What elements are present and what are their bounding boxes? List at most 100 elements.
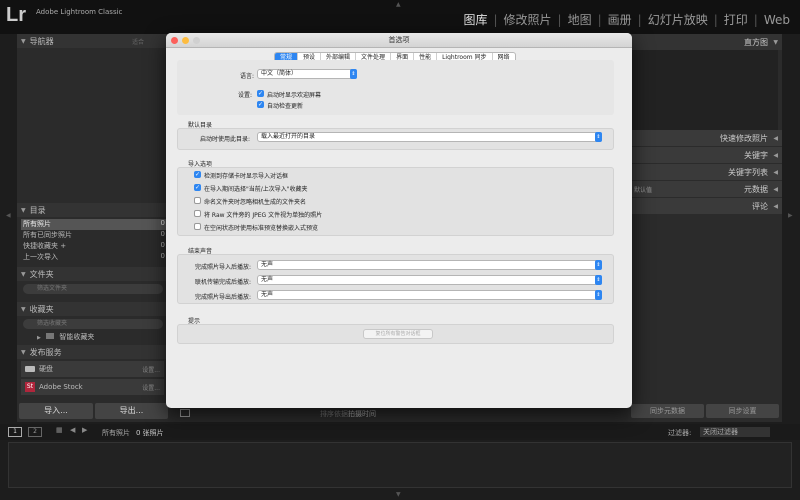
expand-triangle-icon: ◀ [773, 168, 778, 176]
sync-metadata-button[interactable]: 同步元数据 [631, 404, 704, 418]
welcome-screen-label: 启动时显示欢迎屏幕 [267, 92, 322, 99]
collections-header[interactable]: ▼ 收藏夹 [17, 302, 168, 316]
show-import-dialog-label: 检测到存储卡时显示导入对话框 [204, 173, 289, 180]
tether-sound-select[interactable]: 无声 ⇕ [257, 275, 602, 285]
chevron-updown-icon: ⇕ [350, 69, 357, 79]
left-panel: ▼ 导航器 适合 ▼ 目录 所有照片 0 所有已同步照片 0 快捷收藏夹 +0 上一… [17, 34, 168, 422]
chevron-updown-icon: ⇕ [595, 290, 602, 300]
minimize-window-icon[interactable] [182, 37, 189, 44]
collapse-triangle-icon: ▼ [21, 348, 26, 356]
grid-toolbar: 排序依据: 拍摄时间 [168, 406, 628, 422]
export-sound-select[interactable]: 无声 ⇕ [257, 290, 602, 300]
filmstrip-bar: 1 2 ▦ ◀ ▶ 所有照片 0 张照片 过滤器: 关闭过滤器 [0, 424, 800, 440]
filter-select[interactable]: 关闭过滤器 [700, 427, 770, 437]
collapse-triangle-icon: ▼ [21, 206, 26, 214]
auto-update-label: 自动检查更新 [267, 103, 304, 110]
source-label[interactable]: 所有照片 [102, 428, 130, 438]
forward-icon[interactable]: ▶ [82, 426, 87, 434]
hard-drive-setup-link[interactable]: 设置... [142, 365, 160, 374]
sync-settings-button[interactable]: 同步设置 [706, 404, 779, 418]
auto-update-checkbox[interactable]: ✓ [257, 101, 264, 108]
filter-label: 过滤器: [668, 429, 692, 437]
collapse-triangle-icon: ▼ [21, 270, 26, 278]
back-icon[interactable]: ◀ [70, 426, 75, 434]
histogram-header[interactable]: 直方图 ▼ [628, 34, 782, 50]
jpeg-separate-label: 将 Raw 文件旁的 JPEG 文件视为单独的照片 [204, 212, 323, 219]
top-panel-toggle-icon[interactable]: ▲ [396, 1, 401, 8]
folders-title: 文件夹 [29, 269, 54, 279]
collapse-triangle-icon: ▼ [21, 37, 26, 45]
keyword-list-header[interactable]: 关键字列表 ◀ [628, 164, 782, 180]
navigator-fit[interactable]: 适合 [132, 37, 144, 46]
metadata-preset[interactable]: 默认值 [634, 185, 652, 194]
grid-icon[interactable]: ▦ [56, 426, 63, 434]
preferences-dialog: 首选项 常规 预设 外部编辑 文件处理 界面 性能 Lightroom 同步 网… [166, 33, 632, 408]
collapse-triangle-icon: ▼ [773, 38, 778, 46]
replace-embedded-preview-checkbox[interactable] [194, 223, 201, 230]
collections-filter-input[interactable]: 筛选收藏夹 [23, 319, 163, 329]
module-develop[interactable]: 修改照片 [502, 11, 554, 28]
monitor-1-button[interactable]: 1 [8, 427, 22, 437]
grid-view-icon[interactable] [180, 409, 190, 417]
chevron-updown-icon: ⇕ [595, 260, 602, 270]
sort-value[interactable]: 拍摄时间 [348, 409, 376, 419]
ignore-camera-folders-checkbox[interactable] [194, 197, 201, 204]
module-print[interactable]: 打印 [722, 11, 750, 28]
module-book[interactable]: 画册 [606, 11, 634, 28]
close-window-icon[interactable] [171, 37, 178, 44]
lightroom-logo: Lr [6, 4, 26, 26]
filmstrip [8, 442, 792, 488]
collapse-triangle-icon: ▼ [21, 305, 26, 313]
chevron-updown-icon: ⇕ [595, 275, 602, 285]
expand-triangle-icon: ◀ [773, 151, 778, 159]
catalog-item-all-photos[interactable]: 所有照片 0 [21, 219, 168, 230]
jpeg-separate-checkbox[interactable] [194, 210, 201, 217]
replace-embedded-preview-label: 在空闲状态时使用标准预览替换嵌入式预览 [204, 225, 319, 232]
language-select[interactable]: 中文（简体） ⇕ [257, 69, 357, 79]
import-button[interactable]: 导入... [19, 403, 93, 419]
module-library[interactable]: 图库 [461, 11, 489, 28]
general-settings-group [177, 60, 614, 115]
catalog-item-synced[interactable]: 所有已同步照片 0 [21, 230, 168, 241]
show-import-dialog-checkbox[interactable]: ✓ [194, 171, 201, 178]
select-current-import-checkbox[interactable]: ✓ [194, 184, 201, 191]
welcome-screen-checkbox[interactable]: ✓ [257, 90, 264, 97]
navigator-title: 导航器 [29, 36, 54, 46]
dialog-title: 首选项 [388, 36, 410, 44]
catalog-header[interactable]: ▼ 目录 [17, 203, 168, 217]
module-web[interactable]: Web [762, 13, 792, 27]
folders-filter-input[interactable]: 筛选文件夹 [23, 284, 163, 294]
navigator-header[interactable]: ▼ 导航器 适合 [17, 34, 168, 48]
smart-collections-item[interactable]: ▶ 智能收藏夹 [37, 332, 94, 342]
comments-header[interactable]: 评论 ◀ [628, 198, 782, 214]
reset-warnings-button[interactable]: 复位所有警告对话框 [363, 329, 433, 339]
app-title: Adobe Lightroom Classic [36, 8, 123, 16]
folders-header[interactable]: ▼ 文件夹 [17, 267, 168, 281]
quick-develop-header[interactable]: 快速修改照片 ◀ [628, 130, 782, 146]
dialog-titlebar: 首选项 [166, 33, 632, 48]
zoom-window-icon[interactable] [193, 37, 200, 44]
module-map[interactable]: 地图 [566, 11, 594, 28]
select-current-import-label: 在导入期间选择"当前/上次导入"收藏夹 [204, 186, 308, 193]
publish-services-header[interactable]: ▼ 发布服务 [17, 345, 168, 359]
right-panel-toggle-icon[interactable]: ▶ [788, 212, 793, 219]
publish-hard-drive[interactable]: 硬盘 设置... [21, 361, 164, 377]
expand-triangle-icon: ◀ [773, 202, 778, 210]
import-sound-select[interactable]: 无声 ⇕ [257, 260, 602, 270]
catalog-startup-select[interactable]: 载入最近打开的目录 ⇕ [257, 132, 602, 142]
ignore-camera-folders-label: 命名文件夹时忽略相机生成的文件夹名 [204, 199, 307, 206]
publish-adobe-stock[interactable]: St Adobe Stock 设置... [21, 379, 164, 395]
module-slideshow[interactable]: 幻灯片放映 [646, 11, 710, 28]
adobe-stock-setup-link[interactable]: 设置... [142, 383, 160, 392]
metadata-header[interactable]: 默认值 元数据 ◀ [628, 181, 782, 197]
keywording-header[interactable]: 关键字 ◀ [628, 147, 782, 163]
monitor-2-button[interactable]: 2 [28, 427, 42, 437]
catalog-item-quick-collection[interactable]: 快捷收藏夹 +0 [21, 241, 168, 252]
export-button[interactable]: 导出... [95, 403, 168, 419]
bottom-panel-toggle-icon[interactable]: ▼ [396, 491, 401, 498]
catalog-item-previous-import[interactable]: 上一次导入 0 [21, 252, 168, 263]
left-panel-toggle-icon[interactable]: ◀ [6, 212, 11, 219]
settings-label: 设置: [238, 92, 253, 99]
catalog-title: 目录 [29, 205, 46, 215]
histogram-area [632, 50, 778, 130]
